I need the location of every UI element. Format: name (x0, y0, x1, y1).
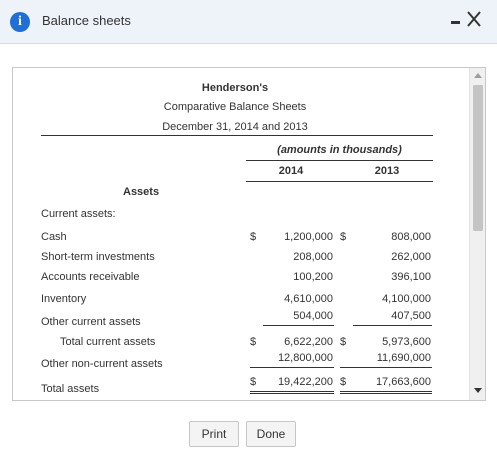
report-date: December 31, 2014 and 2013 (162, 121, 308, 133)
vertical-scrollbar[interactable] (469, 68, 485, 400)
row-label-other-current-assets: Other current assets (41, 316, 141, 328)
double-rule-2014 (250, 391, 334, 394)
value-2014-inventory: 4,610,000 (284, 293, 333, 305)
currency-symbol: $ (340, 231, 347, 243)
scroll-up-arrow-icon[interactable] (474, 73, 482, 78)
minimize-icon[interactable] (451, 21, 460, 24)
value-2014-accounts-receivable: 100,200 (293, 271, 333, 283)
units-label: (amounts in thousands) (277, 144, 402, 156)
value-2014-cash: 1,200,000 (284, 231, 333, 243)
value-2013-cash: 808,000 (391, 231, 431, 243)
total-rule-2014 (250, 367, 334, 368)
value-2013-accounts-receivable: 396,100 (391, 271, 431, 283)
row-label-accounts-receivable: Accounts receivable (41, 271, 140, 283)
currency-symbol: $ (250, 231, 257, 243)
value-2013-total-current-assets: 5,973,600 (382, 336, 431, 348)
info-icon: i (10, 12, 30, 32)
close-icon[interactable] (464, 9, 484, 29)
value-2013-other-non-current-assets: 11,690,000 (376, 352, 431, 364)
value-2013-other-current-assets: 407,500 (391, 310, 431, 322)
company-name: Henderson's (201, 82, 269, 94)
currency-symbol: $ (340, 376, 347, 388)
value-2014-short-term-investments: 208,000 (293, 251, 333, 263)
currency-symbol: $ (250, 336, 257, 348)
row-label-cash: Cash (41, 231, 67, 243)
subtotal-rule-2014 (263, 325, 334, 326)
assets-heading: Assets (123, 186, 160, 198)
row-label-total-current-assets: Total current assets (60, 336, 156, 348)
double-rule-2013 (340, 391, 432, 394)
scroll-thumb[interactable] (473, 85, 483, 231)
value-2014-total-assets: 19,422,200 (277, 376, 333, 388)
row-label-short-term-investments: Short-term investments (41, 251, 155, 263)
value-2014-other-non-current-assets: 12,800,000 (277, 352, 333, 364)
year-2013-header: 2013 (374, 165, 400, 177)
value-2013-total-assets: 17,663,600 (375, 376, 431, 388)
years-rule (246, 181, 433, 182)
value-2013-inventory: 4,100,000 (382, 293, 431, 305)
currency-symbol: $ (340, 336, 347, 348)
dialog-title: Balance sheets (42, 13, 131, 28)
value-2014-total-current-assets: 6,622,200 (284, 336, 333, 348)
value-2013-short-term-investments: 262,000 (391, 251, 431, 263)
row-label-other-non-current-assets: Other non-current assets (41, 358, 163, 370)
header-rule (41, 135, 433, 136)
report-title: Comparative Balance Sheets (163, 101, 307, 113)
print-button[interactable]: Print (189, 421, 239, 447)
currency-symbol: $ (250, 376, 257, 388)
row-label-total-assets: Total assets (41, 383, 100, 395)
year-2014-header: 2014 (278, 165, 304, 177)
row-label-inventory: Inventory (41, 293, 87, 305)
balance-sheet-panel: Henderson's Comparative Balance Sheets D… (12, 67, 486, 401)
units-rule (246, 160, 433, 161)
subtotal-rule-2013 (353, 325, 432, 326)
current-assets-label: Current assets: (41, 208, 116, 220)
total-rule-2013 (340, 367, 432, 368)
scroll-down-arrow-icon[interactable] (474, 388, 482, 393)
done-button[interactable]: Done (246, 421, 296, 447)
dialog-header: i Balance sheets (0, 0, 497, 44)
value-2014-other-current-assets: 504,000 (293, 310, 333, 322)
